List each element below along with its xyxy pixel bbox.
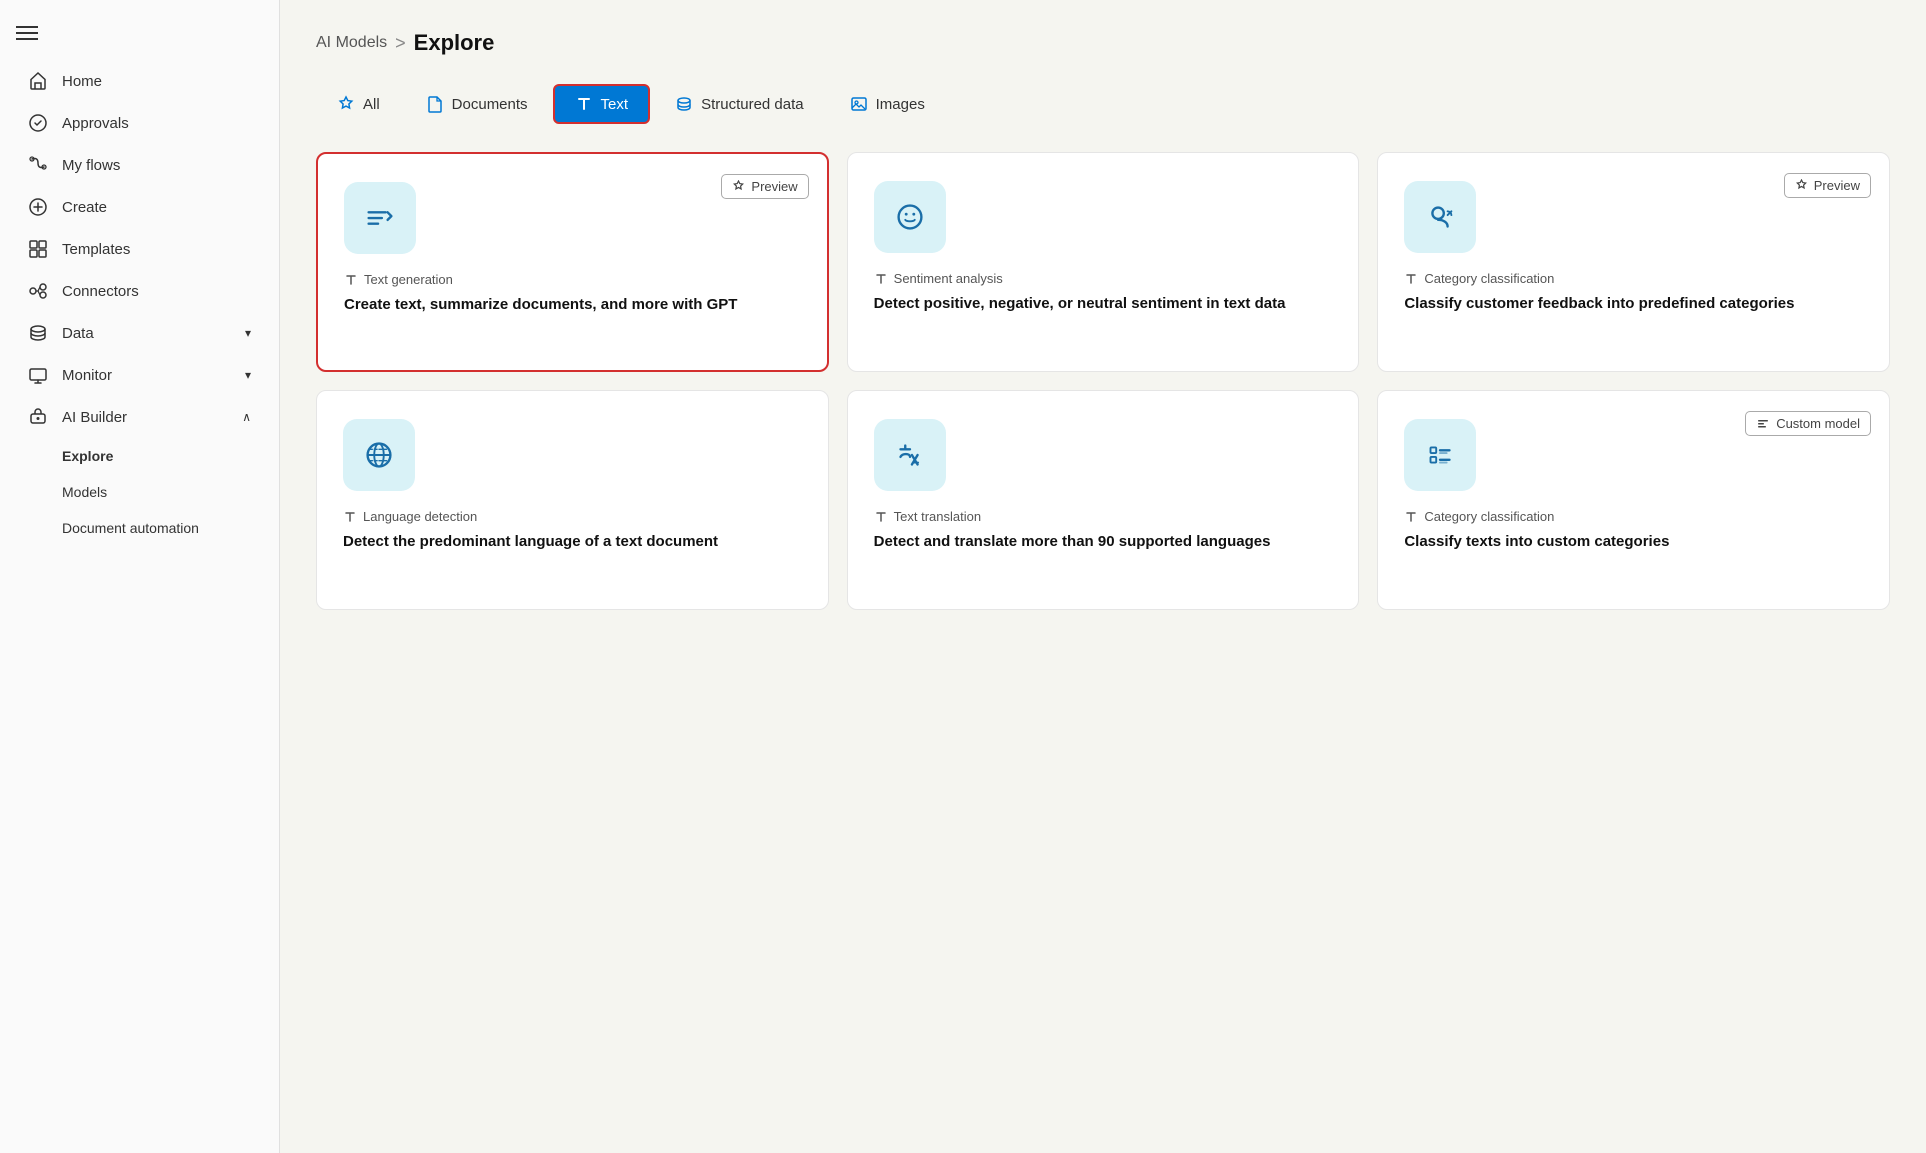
tab-text-label: Text (601, 96, 629, 113)
card-category2-type-label: Category classification (1424, 509, 1554, 524)
sidebar-sub-explore-label: Explore (62, 448, 113, 464)
tab-images-label: Images (876, 96, 925, 113)
sidebar-sub-models[interactable]: Models (8, 475, 271, 509)
sidebar-item-templates[interactable]: Templates (8, 229, 271, 269)
main-content: AI Models > Explore All Documents Text S… (280, 0, 1926, 1153)
connectors-icon (28, 281, 48, 301)
card-langdetect-type-label: Language detection (363, 509, 477, 524)
card-sentiment-title: Detect positive, negative, or neutral se… (874, 293, 1333, 315)
sidebar-item-monitor[interactable]: Monitor ▾ (8, 355, 271, 395)
sidebar-item-approvals[interactable]: Approvals (8, 103, 271, 143)
card-category1-type-label: Category classification (1424, 271, 1554, 286)
card-langdetect-icon-wrap (343, 419, 415, 491)
card-category1[interactable]: Preview Category classification Classify… (1377, 152, 1890, 372)
sidebar-sub-models-label: Models (62, 484, 107, 500)
monitor-chevron-icon: ▾ (245, 368, 251, 382)
card-translation[interactable]: Text translation Detect and translate mo… (847, 390, 1360, 610)
card-translation-type-label: Text translation (894, 509, 981, 524)
sidebar: Home Approvals My flows Create Templates… (0, 0, 280, 1153)
card-textgen-type-label: Text generation (364, 272, 453, 287)
card-translation-type: Text translation (874, 509, 1333, 524)
card-category2-custom-label: Custom model (1776, 416, 1860, 431)
tab-structured[interactable]: Structured data (654, 85, 825, 123)
sidebar-sub-docauto[interactable]: Document automation (8, 511, 271, 545)
aibuilder-chevron-icon: ∧ (242, 410, 251, 424)
sidebar-item-data[interactable]: Data ▾ (8, 313, 271, 353)
templates-icon (28, 239, 48, 259)
sidebar-item-myflows-label: My flows (62, 157, 120, 174)
card-textgen-type: Text generation (344, 272, 801, 287)
monitor-icon (28, 365, 48, 385)
sidebar-item-monitor-label: Monitor (62, 367, 112, 384)
card-langdetect[interactable]: Language detection Detect the predominan… (316, 390, 829, 610)
card-textgen-title: Create text, summarize documents, and mo… (344, 294, 801, 316)
data-chevron-icon: ▾ (245, 326, 251, 340)
card-sentiment-type: Sentiment analysis (874, 271, 1333, 286)
card-category2-title: Classify texts into custom categories (1404, 531, 1863, 553)
card-category1-title: Classify customer feedback into predefin… (1404, 293, 1863, 315)
card-translation-title: Detect and translate more than 90 suppor… (874, 531, 1333, 553)
tab-all-label: All (363, 96, 380, 113)
sidebar-item-data-label: Data (62, 325, 94, 342)
sidebar-sub-explore[interactable]: Explore (8, 439, 271, 473)
sidebar-item-myflows[interactable]: My flows (8, 145, 271, 185)
card-textgen-icon-wrap (344, 182, 416, 254)
tab-text[interactable]: Text (553, 84, 651, 124)
approvals-icon (28, 113, 48, 133)
card-textgen-preview-label: Preview (751, 179, 797, 194)
sidebar-sub-docauto-label: Document automation (62, 520, 199, 536)
breadcrumb-separator: > (395, 33, 406, 54)
flows-icon (28, 155, 48, 175)
hamburger-menu[interactable] (0, 12, 279, 60)
data-icon (28, 323, 48, 343)
card-sentiment-type-label: Sentiment analysis (894, 271, 1003, 286)
tab-documents[interactable]: Documents (405, 85, 549, 123)
cards-grid: Preview Text generation Create text, sum… (316, 152, 1890, 610)
aibuilder-icon (28, 407, 48, 427)
card-translation-icon-wrap (874, 419, 946, 491)
breadcrumb: AI Models > Explore (316, 30, 1890, 56)
card-category2-icon-wrap (1404, 419, 1476, 491)
tab-documents-label: Documents (452, 96, 528, 113)
card-category1-type: Category classification (1404, 271, 1863, 286)
tabs-bar: All Documents Text Structured data Image… (316, 84, 1890, 124)
breadcrumb-current: Explore (414, 30, 495, 56)
sidebar-item-home[interactable]: Home (8, 61, 271, 101)
card-category2[interactable]: Custom model Category classification Cla… (1377, 390, 1890, 610)
sidebar-item-aibuilder[interactable]: AI Builder ∧ (8, 397, 271, 437)
card-category1-icon-wrap (1404, 181, 1476, 253)
sidebar-item-home-label: Home (62, 73, 102, 90)
card-category1-preview-label: Preview (1814, 178, 1860, 193)
tab-images[interactable]: Images (829, 85, 946, 123)
tab-structured-label: Structured data (701, 96, 804, 113)
sidebar-item-templates-label: Templates (62, 241, 130, 258)
card-textgen-preview-badge[interactable]: Preview (721, 174, 808, 199)
tab-all[interactable]: All (316, 85, 401, 123)
card-langdetect-type: Language detection (343, 509, 802, 524)
sidebar-item-approvals-label: Approvals (62, 115, 129, 132)
sidebar-item-create[interactable]: Create (8, 187, 271, 227)
card-sentiment[interactable]: Sentiment analysis Detect positive, nega… (847, 152, 1360, 372)
card-sentiment-icon-wrap (874, 181, 946, 253)
sidebar-item-aibuilder-label: AI Builder (62, 409, 127, 426)
card-textgen[interactable]: Preview Text generation Create text, sum… (316, 152, 829, 372)
home-icon (28, 71, 48, 91)
card-langdetect-title: Detect the predominant language of a tex… (343, 531, 802, 553)
sidebar-item-create-label: Create (62, 199, 107, 216)
card-category1-preview-badge[interactable]: Preview (1784, 173, 1871, 198)
create-icon (28, 197, 48, 217)
card-category2-custom-badge[interactable]: Custom model (1745, 411, 1871, 436)
sidebar-item-connectors-label: Connectors (62, 283, 139, 300)
breadcrumb-parent: AI Models (316, 34, 387, 52)
card-category2-type: Category classification (1404, 509, 1863, 524)
sidebar-item-connectors[interactable]: Connectors (8, 271, 271, 311)
